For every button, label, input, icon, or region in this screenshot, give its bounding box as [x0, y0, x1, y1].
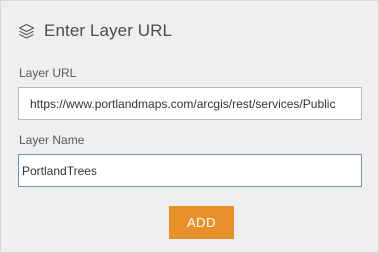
- panel-title: Enter Layer URL: [44, 21, 173, 40]
- layer-url-label: Layer URL: [19, 66, 77, 80]
- enter-layer-url-panel: Enter Layer URL Layer URL Layer Name ADD: [0, 0, 379, 253]
- layer-url-input[interactable]: [18, 87, 362, 120]
- layer-name-label: Layer Name: [19, 133, 85, 147]
- layer-name-input[interactable]: [18, 154, 362, 187]
- panel-header: Enter Layer URL: [18, 19, 172, 43]
- add-button[interactable]: ADD: [169, 206, 234, 239]
- layers-icon: [18, 23, 35, 40]
